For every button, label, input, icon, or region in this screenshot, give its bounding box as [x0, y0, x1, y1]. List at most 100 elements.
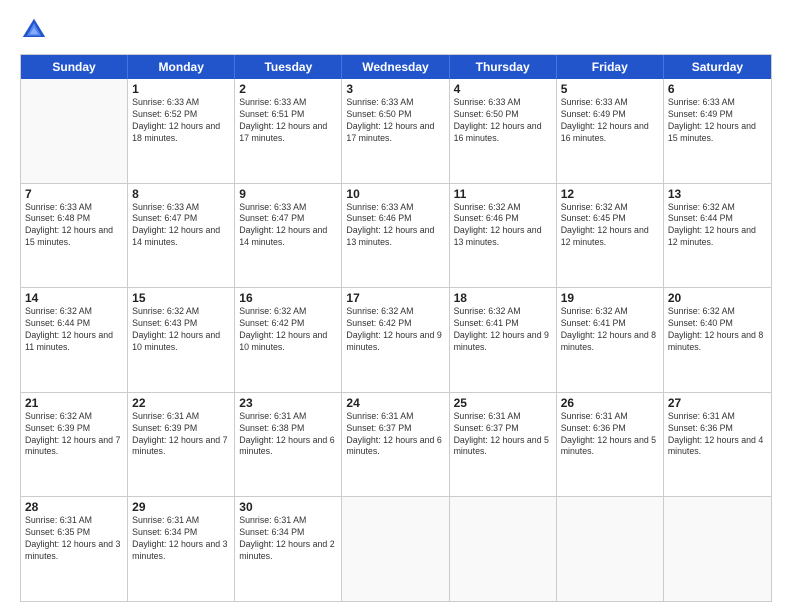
calendar-cell: 29Sunrise: 6:31 AMSunset: 6:34 PMDayligh…	[128, 497, 235, 601]
header-day-thursday: Thursday	[450, 55, 557, 79]
header-day-tuesday: Tuesday	[235, 55, 342, 79]
cell-details: Sunrise: 6:32 AMSunset: 6:41 PMDaylight:…	[561, 306, 659, 354]
day-number: 22	[132, 396, 230, 410]
day-number: 25	[454, 396, 552, 410]
cell-details: Sunrise: 6:33 AMSunset: 6:48 PMDaylight:…	[25, 202, 123, 250]
day-number: 7	[25, 187, 123, 201]
cell-details: Sunrise: 6:32 AMSunset: 6:44 PMDaylight:…	[25, 306, 123, 354]
day-number: 11	[454, 187, 552, 201]
cell-details: Sunrise: 6:31 AMSunset: 6:38 PMDaylight:…	[239, 411, 337, 459]
cell-details: Sunrise: 6:31 AMSunset: 6:35 PMDaylight:…	[25, 515, 123, 563]
cell-details: Sunrise: 6:31 AMSunset: 6:37 PMDaylight:…	[454, 411, 552, 459]
cell-details: Sunrise: 6:32 AMSunset: 6:44 PMDaylight:…	[668, 202, 767, 250]
day-number: 24	[346, 396, 444, 410]
day-number: 6	[668, 82, 767, 96]
calendar-header: SundayMondayTuesdayWednesdayThursdayFrid…	[21, 55, 771, 79]
header	[20, 16, 772, 44]
cell-details: Sunrise: 6:32 AMSunset: 6:42 PMDaylight:…	[239, 306, 337, 354]
calendar-cell: 15Sunrise: 6:32 AMSunset: 6:43 PMDayligh…	[128, 288, 235, 392]
day-number: 26	[561, 396, 659, 410]
calendar-row-3: 14Sunrise: 6:32 AMSunset: 6:44 PMDayligh…	[21, 287, 771, 392]
day-number: 10	[346, 187, 444, 201]
calendar-cell: 5Sunrise: 6:33 AMSunset: 6:49 PMDaylight…	[557, 79, 664, 183]
calendar-cell: 20Sunrise: 6:32 AMSunset: 6:40 PMDayligh…	[664, 288, 771, 392]
calendar-cell: 17Sunrise: 6:32 AMSunset: 6:42 PMDayligh…	[342, 288, 449, 392]
cell-details: Sunrise: 6:31 AMSunset: 6:37 PMDaylight:…	[346, 411, 444, 459]
calendar-cell: 4Sunrise: 6:33 AMSunset: 6:50 PMDaylight…	[450, 79, 557, 183]
cell-details: Sunrise: 6:31 AMSunset: 6:34 PMDaylight:…	[132, 515, 230, 563]
calendar-cell: 27Sunrise: 6:31 AMSunset: 6:36 PMDayligh…	[664, 393, 771, 497]
cell-details: Sunrise: 6:31 AMSunset: 6:39 PMDaylight:…	[132, 411, 230, 459]
calendar-row-1: 1Sunrise: 6:33 AMSunset: 6:52 PMDaylight…	[21, 79, 771, 183]
calendar-cell: 23Sunrise: 6:31 AMSunset: 6:38 PMDayligh…	[235, 393, 342, 497]
header-day-friday: Friday	[557, 55, 664, 79]
cell-details: Sunrise: 6:32 AMSunset: 6:46 PMDaylight:…	[454, 202, 552, 250]
calendar-cell: 12Sunrise: 6:32 AMSunset: 6:45 PMDayligh…	[557, 184, 664, 288]
cell-details: Sunrise: 6:32 AMSunset: 6:40 PMDaylight:…	[668, 306, 767, 354]
cell-details: Sunrise: 6:32 AMSunset: 6:45 PMDaylight:…	[561, 202, 659, 250]
calendar-cell: 11Sunrise: 6:32 AMSunset: 6:46 PMDayligh…	[450, 184, 557, 288]
header-day-sunday: Sunday	[21, 55, 128, 79]
calendar-cell: 2Sunrise: 6:33 AMSunset: 6:51 PMDaylight…	[235, 79, 342, 183]
calendar-cell: 7Sunrise: 6:33 AMSunset: 6:48 PMDaylight…	[21, 184, 128, 288]
day-number: 21	[25, 396, 123, 410]
logo	[20, 16, 52, 44]
day-number: 1	[132, 82, 230, 96]
calendar-cell	[21, 79, 128, 183]
day-number: 14	[25, 291, 123, 305]
day-number: 5	[561, 82, 659, 96]
calendar-body: 1Sunrise: 6:33 AMSunset: 6:52 PMDaylight…	[21, 79, 771, 601]
calendar-cell: 10Sunrise: 6:33 AMSunset: 6:46 PMDayligh…	[342, 184, 449, 288]
day-number: 20	[668, 291, 767, 305]
cell-details: Sunrise: 6:33 AMSunset: 6:51 PMDaylight:…	[239, 97, 337, 145]
calendar-cell	[342, 497, 449, 601]
header-day-wednesday: Wednesday	[342, 55, 449, 79]
day-number: 4	[454, 82, 552, 96]
calendar-cell: 18Sunrise: 6:32 AMSunset: 6:41 PMDayligh…	[450, 288, 557, 392]
calendar-cell: 28Sunrise: 6:31 AMSunset: 6:35 PMDayligh…	[21, 497, 128, 601]
day-number: 8	[132, 187, 230, 201]
cell-details: Sunrise: 6:31 AMSunset: 6:36 PMDaylight:…	[561, 411, 659, 459]
cell-details: Sunrise: 6:33 AMSunset: 6:52 PMDaylight:…	[132, 97, 230, 145]
calendar-cell: 13Sunrise: 6:32 AMSunset: 6:44 PMDayligh…	[664, 184, 771, 288]
day-number: 29	[132, 500, 230, 514]
calendar-cell	[557, 497, 664, 601]
day-number: 12	[561, 187, 659, 201]
day-number: 27	[668, 396, 767, 410]
calendar-cell: 6Sunrise: 6:33 AMSunset: 6:49 PMDaylight…	[664, 79, 771, 183]
calendar-cell: 24Sunrise: 6:31 AMSunset: 6:37 PMDayligh…	[342, 393, 449, 497]
header-day-monday: Monday	[128, 55, 235, 79]
calendar-row-5: 28Sunrise: 6:31 AMSunset: 6:35 PMDayligh…	[21, 496, 771, 601]
calendar-cell: 26Sunrise: 6:31 AMSunset: 6:36 PMDayligh…	[557, 393, 664, 497]
cell-details: Sunrise: 6:32 AMSunset: 6:41 PMDaylight:…	[454, 306, 552, 354]
calendar-cell: 8Sunrise: 6:33 AMSunset: 6:47 PMDaylight…	[128, 184, 235, 288]
day-number: 13	[668, 187, 767, 201]
cell-details: Sunrise: 6:33 AMSunset: 6:47 PMDaylight:…	[239, 202, 337, 250]
day-number: 15	[132, 291, 230, 305]
day-number: 18	[454, 291, 552, 305]
day-number: 2	[239, 82, 337, 96]
calendar-cell: 16Sunrise: 6:32 AMSunset: 6:42 PMDayligh…	[235, 288, 342, 392]
cell-details: Sunrise: 6:33 AMSunset: 6:47 PMDaylight:…	[132, 202, 230, 250]
calendar-row-4: 21Sunrise: 6:32 AMSunset: 6:39 PMDayligh…	[21, 392, 771, 497]
page: SundayMondayTuesdayWednesdayThursdayFrid…	[0, 0, 792, 612]
header-day-saturday: Saturday	[664, 55, 771, 79]
logo-icon	[20, 16, 48, 44]
calendar-cell: 30Sunrise: 6:31 AMSunset: 6:34 PMDayligh…	[235, 497, 342, 601]
day-number: 17	[346, 291, 444, 305]
calendar-cell: 1Sunrise: 6:33 AMSunset: 6:52 PMDaylight…	[128, 79, 235, 183]
calendar-cell: 3Sunrise: 6:33 AMSunset: 6:50 PMDaylight…	[342, 79, 449, 183]
day-number: 9	[239, 187, 337, 201]
calendar-cell	[664, 497, 771, 601]
cell-details: Sunrise: 6:31 AMSunset: 6:36 PMDaylight:…	[668, 411, 767, 459]
cell-details: Sunrise: 6:33 AMSunset: 6:49 PMDaylight:…	[561, 97, 659, 145]
calendar-row-2: 7Sunrise: 6:33 AMSunset: 6:48 PMDaylight…	[21, 183, 771, 288]
calendar-cell: 19Sunrise: 6:32 AMSunset: 6:41 PMDayligh…	[557, 288, 664, 392]
calendar: SundayMondayTuesdayWednesdayThursdayFrid…	[20, 54, 772, 602]
cell-details: Sunrise: 6:33 AMSunset: 6:49 PMDaylight:…	[668, 97, 767, 145]
cell-details: Sunrise: 6:31 AMSunset: 6:34 PMDaylight:…	[239, 515, 337, 563]
calendar-cell: 22Sunrise: 6:31 AMSunset: 6:39 PMDayligh…	[128, 393, 235, 497]
cell-details: Sunrise: 6:32 AMSunset: 6:42 PMDaylight:…	[346, 306, 444, 354]
calendar-cell: 21Sunrise: 6:32 AMSunset: 6:39 PMDayligh…	[21, 393, 128, 497]
cell-details: Sunrise: 6:33 AMSunset: 6:46 PMDaylight:…	[346, 202, 444, 250]
